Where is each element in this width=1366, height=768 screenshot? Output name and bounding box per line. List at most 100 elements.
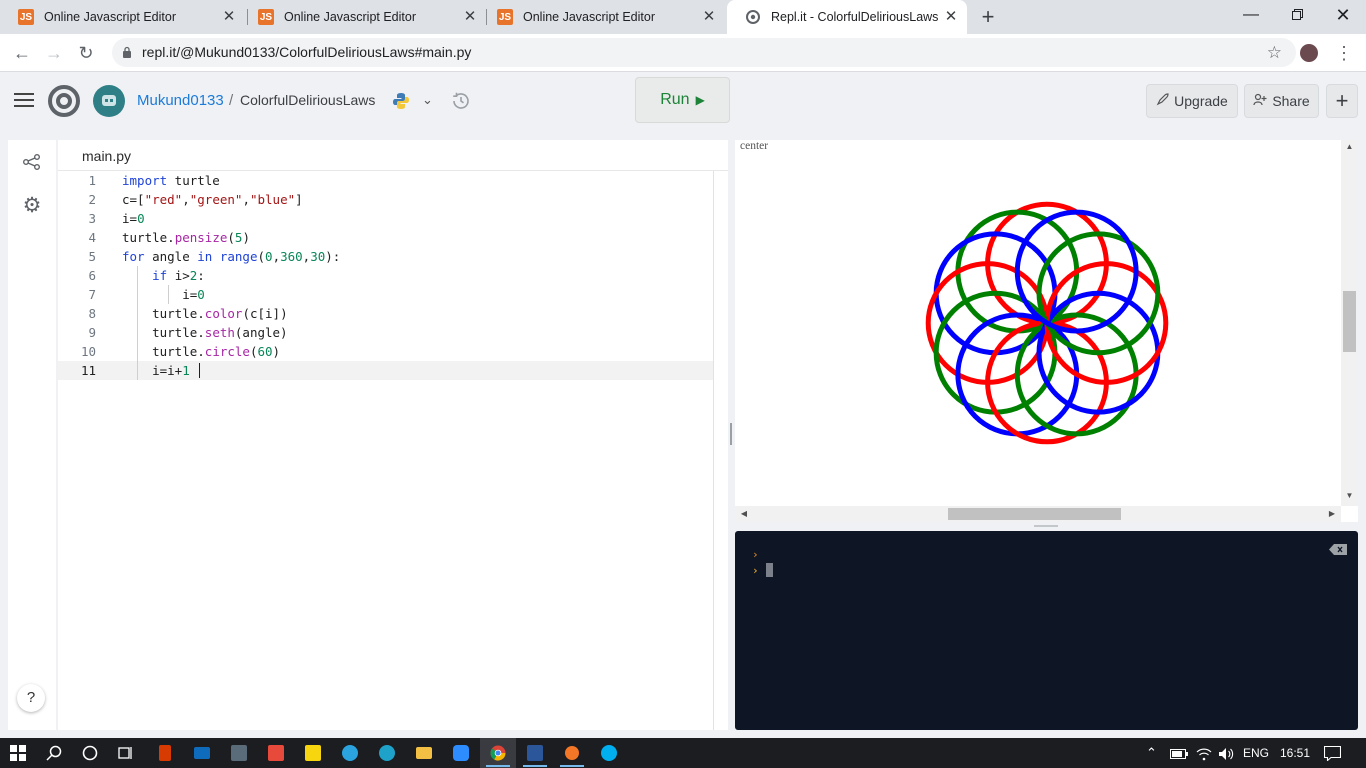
taskbar-clock[interactable]: 16:51 bbox=[1280, 738, 1310, 768]
close-icon[interactable]: ✕ bbox=[462, 9, 478, 25]
sticky-notes-icon[interactable] bbox=[295, 738, 331, 768]
browser-tab-1[interactable]: JS Online Javascript Editor ✕ bbox=[0, 0, 245, 34]
replit-icon bbox=[745, 9, 761, 25]
run-button[interactable]: Run ▶ bbox=[635, 77, 730, 123]
console-panel[interactable] bbox=[735, 531, 1358, 730]
upgrade-label: Upgrade bbox=[1174, 93, 1228, 109]
code-line: 7 i=0 bbox=[58, 285, 713, 304]
browser-tab-2[interactable]: JS Online Javascript Editor ✕ bbox=[240, 0, 486, 34]
task-view-icon[interactable] bbox=[108, 738, 144, 768]
close-icon[interactable]: ✕ bbox=[943, 9, 959, 25]
address-bar[interactable]: repl.it/@Mukund0133/ColorfulDeliriousLaw… bbox=[112, 38, 1296, 67]
word-icon[interactable] bbox=[517, 738, 553, 768]
wifi-icon[interactable] bbox=[1196, 738, 1212, 768]
python-language-icon[interactable] bbox=[391, 91, 411, 111]
browser-tab-4-active[interactable]: Repl.it - ColorfulDeliriousLaws ✕ bbox=[727, 0, 967, 34]
scroll-left-arrow-icon[interactable]: ◀ bbox=[738, 508, 750, 520]
cortana-icon[interactable] bbox=[72, 738, 108, 768]
lock-icon bbox=[123, 46, 131, 58]
minimize-button[interactable]: — bbox=[1228, 0, 1274, 30]
gear-icon[interactable]: ⚙ bbox=[21, 195, 43, 217]
file-explorer-icon[interactable] bbox=[406, 738, 442, 768]
bookmark-star-icon[interactable]: ☆ bbox=[1267, 38, 1282, 67]
reload-icon[interactable]: ↻ bbox=[73, 40, 99, 66]
close-icon[interactable]: ✕ bbox=[221, 9, 237, 25]
js-icon: JS bbox=[258, 9, 274, 25]
owner-username-link[interactable]: Mukund0133 bbox=[137, 92, 224, 109]
user-avatar[interactable] bbox=[93, 85, 125, 117]
chevron-up-icon[interactable]: ⌃ bbox=[1146, 738, 1157, 768]
back-arrow-icon[interactable]: ← bbox=[9, 40, 35, 66]
history-icon[interactable] bbox=[450, 90, 472, 112]
share-nodes-icon[interactable] bbox=[22, 152, 42, 172]
speaker-icon[interactable] bbox=[1218, 738, 1234, 768]
line-number: 4 bbox=[88, 230, 96, 245]
line-number: 2 bbox=[88, 192, 96, 207]
left-sidebar bbox=[8, 140, 56, 730]
repl-name[interactable]: ColorfulDeliriousLaws bbox=[240, 92, 375, 108]
edge-icon[interactable] bbox=[369, 738, 405, 768]
add-button[interactable]: + bbox=[1326, 84, 1358, 118]
close-window-button[interactable]: ✕ bbox=[1320, 0, 1366, 30]
play-icon: ▶ bbox=[695, 93, 705, 107]
new-tab-button[interactable]: + bbox=[975, 4, 1001, 30]
share-label: Share bbox=[1272, 93, 1310, 109]
help-button[interactable]: ? bbox=[17, 684, 45, 712]
breadcrumb-separator: / bbox=[229, 92, 234, 109]
browser-toolbar: ← → ↻ repl.it/@Mukund0133/ColorfulDeliri… bbox=[0, 34, 1366, 72]
telegram-icon[interactable] bbox=[332, 738, 368, 768]
hamburger-menu-icon[interactable] bbox=[14, 93, 34, 109]
line-number: 11 bbox=[80, 363, 96, 378]
scroll-up-arrow-icon[interactable]: ▲ bbox=[1343, 142, 1356, 154]
media-player-icon[interactable] bbox=[258, 738, 294, 768]
scroll-right-arrow-icon[interactable]: ▶ bbox=[1326, 508, 1338, 520]
code-line: 5 for angle in range(0,360,30): bbox=[58, 247, 713, 266]
console-resize-handle[interactable] bbox=[1034, 525, 1058, 527]
skype-icon[interactable] bbox=[591, 738, 627, 768]
code-line-current: 11 i=i+1 bbox=[58, 361, 713, 380]
browser-tab-3[interactable]: JS Online Javascript Editor ✕ bbox=[479, 0, 725, 34]
browser-menu-icon[interactable]: ⋮ bbox=[1335, 42, 1353, 64]
line-number: 8 bbox=[88, 306, 96, 321]
code-line: 9 turtle.seth(angle) bbox=[58, 323, 713, 342]
panel-resize-handle[interactable] bbox=[730, 423, 732, 445]
notification-center-icon[interactable] bbox=[1323, 738, 1342, 768]
turtle-drawing bbox=[925, 201, 1169, 445]
calculator-icon[interactable] bbox=[221, 738, 257, 768]
forward-arrow-icon[interactable]: → bbox=[41, 40, 67, 66]
run-button-label: Run bbox=[660, 91, 690, 108]
close-icon[interactable]: ✕ bbox=[701, 9, 717, 25]
browser-tab-title: Online Javascript Editor bbox=[44, 10, 177, 24]
battery-icon[interactable] bbox=[1170, 738, 1188, 768]
active-app-indicator bbox=[486, 765, 510, 767]
code-line: 6 if i>2: bbox=[58, 266, 713, 285]
code-line: 8 turtle.color(c[i]) bbox=[58, 304, 713, 323]
code-line: 1 import turtle bbox=[58, 171, 713, 190]
upgrade-button[interactable]: Upgrade bbox=[1146, 84, 1238, 118]
replit-logo-icon[interactable] bbox=[48, 85, 80, 117]
console-prompt: › bbox=[752, 564, 759, 577]
text-cursor bbox=[199, 363, 200, 378]
vertical-scroll-thumb[interactable] bbox=[1343, 291, 1356, 352]
office-icon[interactable] bbox=[147, 738, 183, 768]
browser-tab-title: Online Javascript Editor bbox=[523, 10, 656, 24]
mail-icon[interactable] bbox=[184, 738, 220, 768]
search-icon[interactable] bbox=[36, 738, 72, 768]
restore-button[interactable] bbox=[1274, 0, 1320, 30]
profile-avatar-icon[interactable] bbox=[1300, 44, 1318, 62]
code-line: 4 turtle.pensize(5) bbox=[58, 228, 713, 247]
input-language[interactable]: ENG bbox=[1243, 738, 1269, 768]
browser-tab-title: Repl.it - ColorfulDeliriousLaws bbox=[771, 10, 939, 24]
code-area[interactable]: 1 import turtle 2 c=["red","green","blue… bbox=[58, 171, 728, 730]
clear-console-icon[interactable] bbox=[1329, 544, 1347, 555]
chrome-icon[interactable] bbox=[480, 738, 516, 768]
chevron-down-icon[interactable]: ⌄ bbox=[422, 92, 433, 108]
horizontal-scroll-thumb[interactable] bbox=[948, 508, 1121, 520]
zoom-icon[interactable] bbox=[443, 738, 479, 768]
scroll-down-arrow-icon[interactable]: ▼ bbox=[1343, 491, 1356, 503]
file-tab-main-py[interactable]: main.py bbox=[70, 142, 144, 172]
jupyter-icon[interactable] bbox=[554, 738, 590, 768]
windows-start-icon[interactable] bbox=[0, 738, 36, 768]
line-number: 10 bbox=[80, 344, 96, 359]
share-button[interactable]: Share bbox=[1244, 84, 1319, 118]
